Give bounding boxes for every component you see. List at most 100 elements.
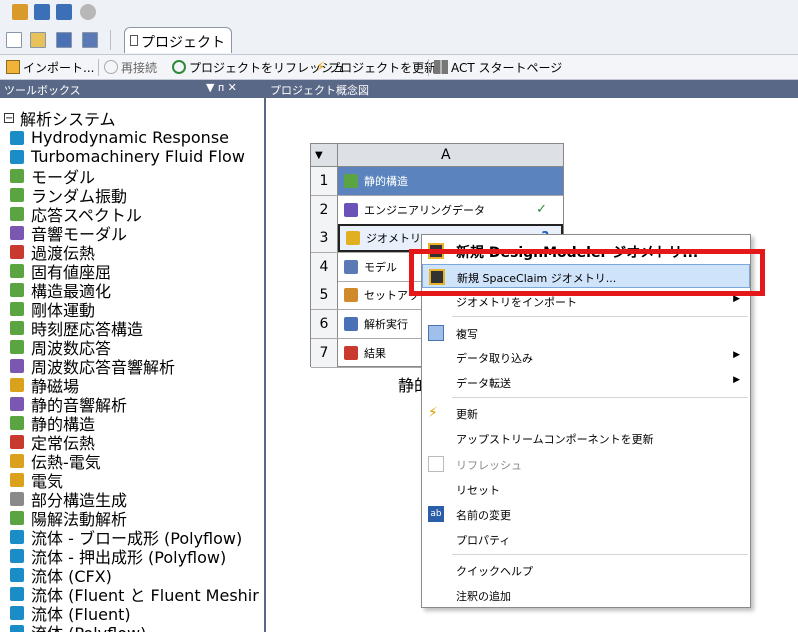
toolbox-item[interactable]: Hydrodynamic Response: [10, 128, 259, 147]
menu-data-import[interactable]: データ取り込み ▶: [422, 345, 750, 369]
project-toolbar: インポート... 再接続 プロジェクトをリフレッシュ ⚡ プロジェクトを更新 A…: [0, 54, 798, 80]
analysis-system-icon: [10, 282, 24, 297]
cell-icon: [344, 174, 358, 188]
save-as-icon[interactable]: [82, 32, 98, 48]
grid-icon: [434, 60, 448, 74]
duplicate-icon: [428, 325, 444, 341]
rename-icon: ab: [428, 506, 444, 522]
menu-label: 複写: [456, 328, 478, 341]
menu-refresh[interactable]: リフレッシュ: [422, 452, 750, 476]
analysis-system-icon: [10, 130, 24, 145]
row-number: 4: [311, 252, 338, 281]
cell-label: ジオメトリ: [366, 232, 421, 246]
analysis-system-icon: [10, 301, 24, 316]
analysis-system-icon: [10, 396, 24, 411]
cell-label: エンジニアリングデータ: [364, 203, 485, 217]
menu-label: 名前の変更: [456, 509, 511, 522]
archive-icon[interactable]: [56, 4, 72, 20]
cell-icon: [344, 202, 358, 217]
header-divider: [337, 144, 338, 166]
import-project-icon[interactable]: [12, 4, 28, 20]
column-label: A: [441, 147, 451, 163]
menu-duplicate[interactable]: 複写: [422, 321, 750, 345]
submenu-arrow-icon: ▶: [733, 375, 740, 385]
analysis-system-icon: [10, 377, 24, 392]
analysis-system-icon: [10, 244, 24, 259]
tab-project[interactable]: プロジェクト: [124, 27, 232, 53]
analysis-system-icon: [10, 453, 24, 468]
analysis-system-icon: [10, 567, 24, 582]
toolbox-panel: − 解析システム Hydrodynamic Response Turbomachi…: [0, 98, 266, 632]
act-start-page-label: ACT スタートページ: [451, 60, 563, 75]
main-toolbar: [0, 26, 798, 54]
system-menu-arrow-icon[interactable]: ▼: [315, 150, 323, 161]
menu-separator: [452, 397, 748, 398]
menu-data-transfer[interactable]: データ転送 ▶: [422, 370, 750, 394]
cell-label: 静的構造: [364, 175, 408, 188]
analysis-system-icon: [10, 225, 24, 240]
update-project-label: プロジェクトを更新: [328, 60, 437, 75]
import-button[interactable]: インポート...: [6, 58, 94, 76]
analysis-system-icon: [10, 320, 24, 335]
menu-add-note[interactable]: 注釈の追加: [422, 583, 750, 607]
menu-reset[interactable]: リセット: [422, 477, 750, 501]
project-tab-icon: [130, 35, 138, 46]
act-start-page-button[interactable]: ACT スタートページ: [434, 58, 562, 76]
lightning-icon: ⚡: [316, 59, 326, 75]
analysis-system-icon: [10, 206, 24, 221]
open-folder-icon[interactable]: [30, 32, 46, 48]
menu-update[interactable]: ⚡ 更新: [422, 401, 750, 425]
analysis-system-icon: [10, 263, 24, 278]
tab-project-label: プロジェクト: [141, 35, 225, 51]
check-icon: ✓: [536, 201, 547, 217]
refresh-icon: [172, 60, 186, 74]
analysis-system-icon: [10, 586, 24, 601]
menu-label: クイックヘルプ: [456, 565, 533, 578]
toolbar-separator: [428, 59, 429, 76]
menu-quick-help[interactable]: クイックヘルプ: [422, 558, 750, 582]
analysis-system-icon: [10, 149, 24, 164]
panel-controls[interactable]: ▼ ᴨ ✕: [206, 81, 237, 94]
toolbar-separator: [98, 59, 99, 76]
system-cell[interactable]: 静的構造: [338, 167, 563, 195]
cell-label: モデル: [364, 260, 397, 274]
analysis-system-icon: [10, 415, 24, 430]
system-cell-row[interactable]: 1 静的構造: [311, 167, 563, 196]
toolbox-list: Hydrodynamic Response Turbomachinery Flui…: [10, 128, 259, 632]
cell-icon: [344, 288, 358, 303]
new-file-icon[interactable]: [6, 32, 22, 48]
menu-label: リセット: [456, 484, 500, 497]
system-cell-row[interactable]: 2 エンジニアリングデータ ✓: [311, 195, 563, 225]
menu-label: データ取り込み: [456, 352, 533, 365]
analysis-system-icon: [10, 472, 24, 487]
menu-properties[interactable]: プロパティ: [422, 527, 750, 551]
globe-icon[interactable]: [80, 4, 96, 20]
submenu-arrow-icon: ▶: [733, 350, 740, 360]
update-project-button[interactable]: ⚡ プロジェクトを更新: [316, 58, 436, 76]
reconnect-icon: [104, 60, 118, 74]
toolbox-item-label: 流体 (Polyflow): [31, 620, 146, 632]
reconnect-button[interactable]: 再接続: [104, 58, 157, 76]
cell-icon: [344, 317, 358, 331]
analysis-system-icon: [10, 187, 24, 202]
system-cell[interactable]: エンジニアリングデータ: [338, 196, 563, 224]
toolbox-item[interactable]: 流体 (Polyflow): [10, 622, 259, 632]
toolbox-item-label: Hydrodynamic Response: [31, 128, 229, 147]
analysis-system-icon: [10, 168, 24, 183]
menu-rename[interactable]: ab 名前の変更: [422, 502, 750, 526]
highlight-annotation: [409, 249, 765, 296]
category-analysis-systems[interactable]: − 解析システム: [4, 106, 116, 130]
menu-label: アップストリームコンポーネントを更新: [456, 433, 654, 446]
cell-icon: [344, 259, 358, 274]
menu-update-upstream[interactable]: アップストリームコンポーネントを更新: [422, 426, 750, 450]
schematic-header: プロジェクト概念図: [266, 80, 798, 98]
row-number: 7: [311, 338, 338, 367]
analysis-system-icon: [10, 491, 24, 506]
save-icon[interactable]: [56, 32, 72, 48]
row-number: 5: [311, 281, 338, 310]
row-number: 1: [311, 167, 338, 195]
collapse-icon[interactable]: −: [4, 113, 14, 124]
save-project-icon[interactable]: [34, 4, 50, 20]
analysis-system-icon: [10, 339, 24, 354]
analysis-system-icon: [10, 434, 24, 449]
